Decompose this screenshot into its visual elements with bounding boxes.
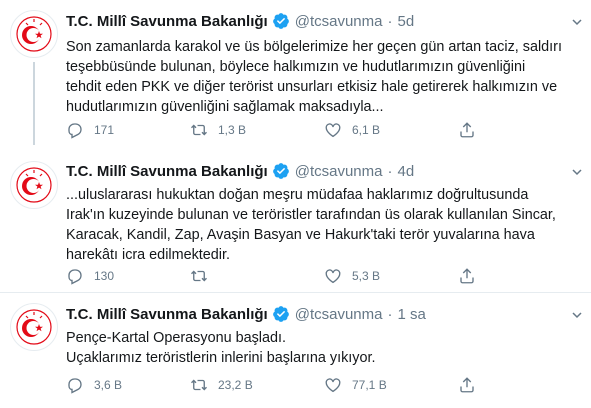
text-line: Pençe-Kartal Operasyonu başladı.: [66, 330, 286, 346]
author-handle[interactable]: @tcsavunma: [295, 306, 383, 323]
tweet-text: Son zamanlarda karakol ve üs bölgelerimi…: [66, 37, 581, 117]
like-icon: [325, 123, 341, 138]
tweet-actions: 3,6 B 23,2 B 77,1 B: [66, 376, 586, 398]
separator-dot: ·: [387, 162, 393, 180]
reply-count: 130: [94, 269, 115, 283]
text-line: ...uluslararası hukuktan doğan meşru müd…: [66, 187, 529, 203]
msb-logo-icon: [16, 16, 52, 52]
retweet-button[interactable]: 1,3 B: [190, 121, 246, 139]
text-line: teşebbüsünde bulunan, böylece halkımızın…: [66, 59, 526, 75]
tweet-2[interactable]: T.C. Millî Savunma Bakanlığı @tcsavunma …: [0, 153, 591, 292]
tweet-actions: 171 1,3 B 6,1 B: [66, 121, 586, 143]
like-icon: [325, 269, 341, 284]
msb-logo-icon: [16, 167, 52, 203]
like-button[interactable]: 6,1 B: [324, 121, 380, 139]
chevron-down-icon[interactable]: [571, 16, 583, 28]
separator-dot: ·: [387, 12, 393, 30]
reply-button[interactable]: 130: [66, 267, 114, 285]
text-line: Karacak, Kandil, Zap, Avaşin Basyan ve H…: [66, 227, 535, 243]
verified-badge-icon: [272, 163, 289, 179]
like-count: 6,1 B: [352, 123, 381, 137]
author-name[interactable]: T.C. Millî Savunma Bakanlığı: [66, 13, 268, 30]
avatar[interactable]: [10, 161, 58, 209]
share-icon: [460, 268, 474, 284]
author-handle[interactable]: @tcsavunma: [295, 13, 383, 30]
retweet-icon: [191, 379, 207, 391]
retweet-count: 1,3 B: [218, 123, 247, 137]
tweet-text: Pençe-Kartal Operasyonu başladı. Uçaklar…: [66, 328, 581, 368]
msb-logo-icon: [16, 309, 52, 345]
like-count: 77,1 B: [352, 378, 387, 392]
avatar[interactable]: [10, 303, 58, 351]
like-button[interactable]: 77,1 B: [324, 376, 387, 394]
tweet-3[interactable]: T.C. Millî Savunma Bakanlığı @tcsavunma …: [0, 293, 591, 408]
verified-badge-icon: [272, 13, 289, 29]
retweet-icon: [191, 124, 207, 136]
chevron-down-icon[interactable]: [571, 309, 583, 321]
text-line: Irak'ın kuzeyinde bulunan ve teröristler…: [66, 207, 556, 223]
chevron-down-icon[interactable]: [571, 166, 583, 178]
author-name[interactable]: T.C. Millî Savunma Bakanlığı: [66, 163, 268, 180]
tweet-1[interactable]: T.C. Millî Savunma Bakanlığı @tcsavunma …: [0, 0, 591, 145]
thread-line: [33, 62, 35, 145]
reply-icon: [68, 269, 82, 285]
reply-count: 171: [94, 123, 115, 137]
timestamp[interactable]: 5d: [397, 13, 414, 30]
share-icon: [460, 122, 474, 138]
like-icon: [325, 378, 341, 393]
text-line: Uçaklarımız teröristlerin inlerini başla…: [66, 350, 376, 366]
reply-count: 3,6 B: [94, 378, 123, 392]
tweet-text: ...uluslararası hukuktan doğan meşru müd…: [66, 185, 581, 265]
share-button[interactable]: [458, 267, 486, 285]
avatar[interactable]: [10, 10, 58, 58]
retweet-button[interactable]: 23,2 B: [190, 376, 253, 394]
reply-icon: [68, 123, 82, 139]
reply-icon: [68, 378, 82, 394]
text-line: harekâtı icra edilmektedir.: [66, 247, 230, 263]
reply-button[interactable]: 171: [66, 121, 114, 139]
retweet-count: 23,2 B: [218, 378, 253, 392]
like-button[interactable]: 5,3 B: [324, 267, 380, 285]
text-line: hudutlarımızın güvenliğini sağlamak maks…: [66, 99, 384, 115]
share-button[interactable]: [458, 376, 486, 394]
separator-dot: ·: [387, 305, 393, 323]
verified-badge-icon: [272, 306, 289, 322]
tweet-actions: 130 5,3 B: [66, 267, 586, 289]
like-count: 5,3 B: [352, 269, 381, 283]
author-name[interactable]: T.C. Millî Savunma Bakanlığı: [66, 306, 268, 323]
timestamp[interactable]: 1 sa: [397, 306, 425, 323]
text-line: tehdit eden PKK ve diğer terörist unsurl…: [66, 79, 558, 95]
reply-button[interactable]: 3,6 B: [66, 376, 122, 394]
author-handle[interactable]: @tcsavunma: [295, 163, 383, 180]
retweet-button[interactable]: [190, 267, 218, 285]
text-line: Son zamanlarda karakol ve üs bölgelerimi…: [66, 39, 562, 55]
share-icon: [460, 377, 474, 393]
share-button[interactable]: [458, 121, 486, 139]
retweet-icon: [191, 270, 207, 282]
timestamp[interactable]: 4d: [397, 163, 414, 180]
